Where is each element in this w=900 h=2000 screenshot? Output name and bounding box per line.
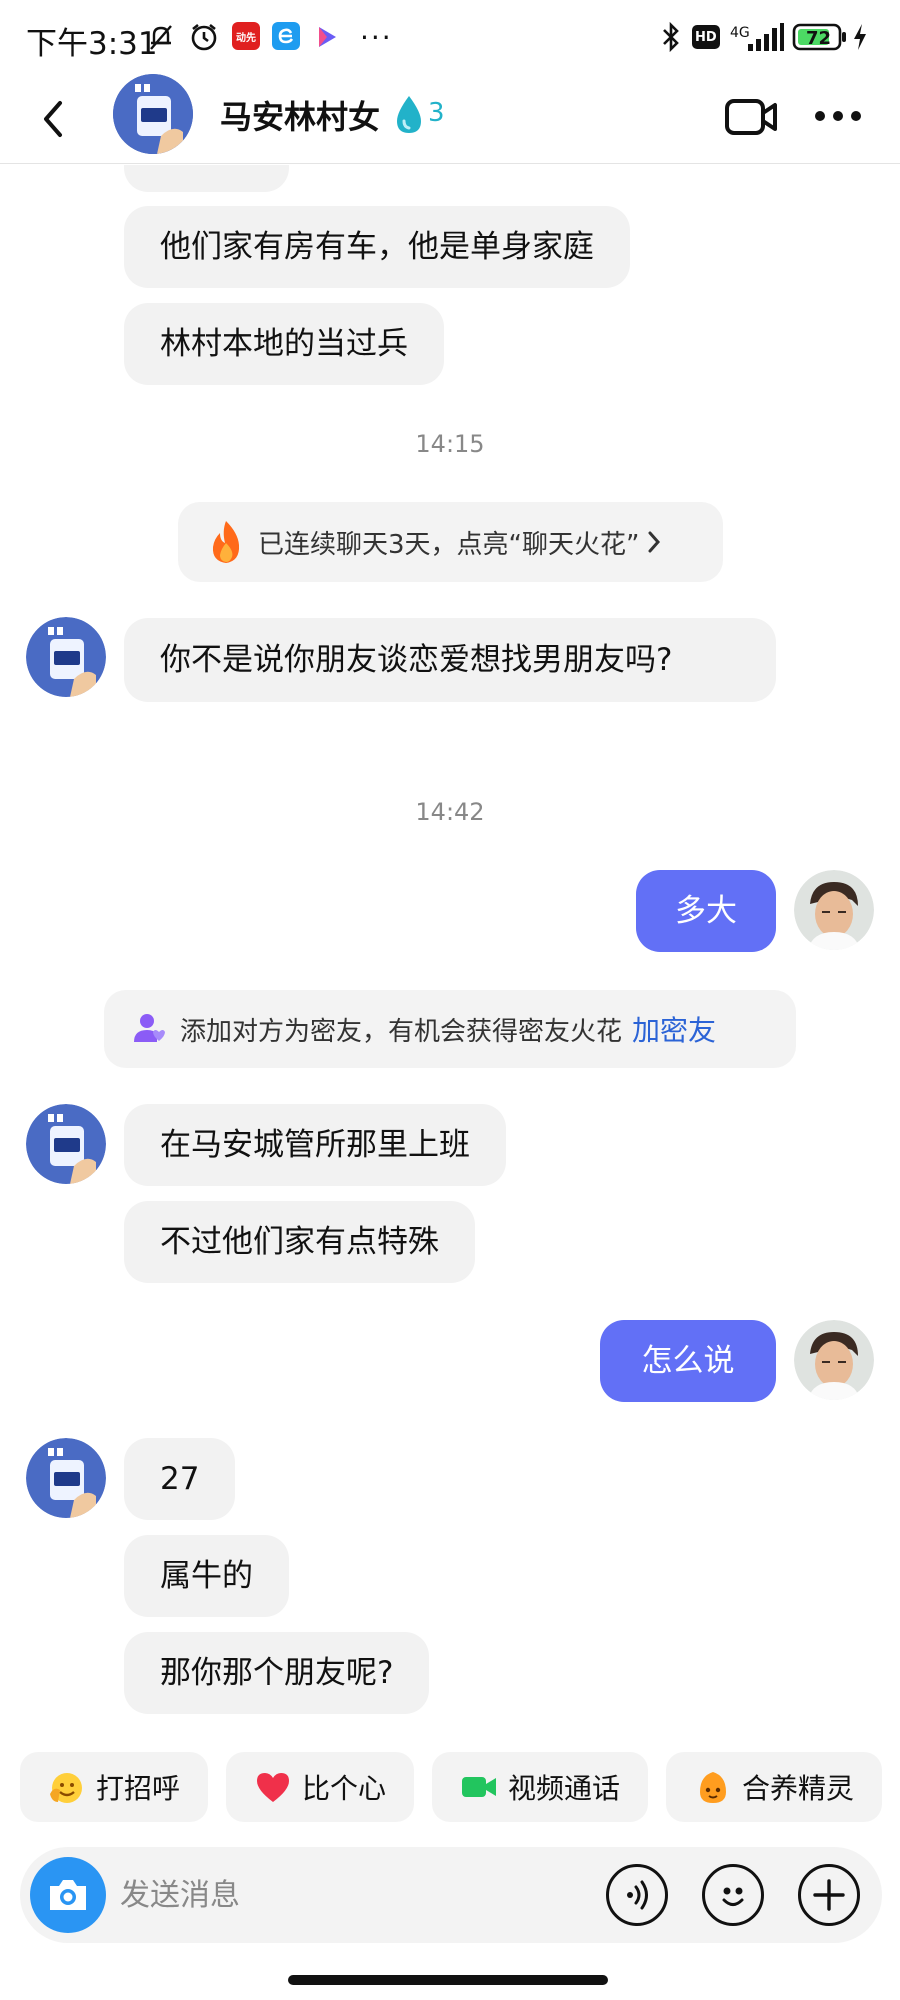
- message-bubble[interactable]: 我是个: [124, 165, 289, 192]
- back-button[interactable]: [34, 94, 74, 144]
- streak-notice[interactable]: 已连续聊天3天，点亮“聊天火花”: [178, 502, 723, 582]
- close-friend-notice[interactable]: 添加对方为密友，有机会获得密友火花 加密友: [104, 990, 796, 1068]
- heart-icon: [254, 1768, 292, 1806]
- more-options-button[interactable]: [812, 96, 864, 136]
- close-friend-icon: [132, 1012, 166, 1046]
- quick-action-video-call[interactable]: 视频通话: [432, 1752, 648, 1822]
- spark-drop-icon: [394, 94, 424, 136]
- add-attachment-button[interactable]: [798, 1864, 860, 1926]
- wave-emoji-icon: [48, 1768, 86, 1806]
- quick-action-label: 打招呼: [95, 1772, 180, 1805]
- contact-avatar[interactable]: [26, 617, 106, 697]
- bluetooth-icon: [660, 21, 682, 53]
- message-bubble[interactable]: 27: [124, 1438, 236, 1520]
- my-message-bubble[interactable]: 多大: [636, 870, 776, 952]
- video-app-icon: [312, 22, 340, 52]
- message-composer: [20, 1847, 882, 1943]
- quick-action-heart[interactable]: 比个心: [226, 1752, 414, 1822]
- sprite-icon: [694, 1768, 732, 1806]
- my-message-bubble[interactable]: 怎么说: [600, 1320, 776, 1402]
- my-avatar[interactable]: [794, 870, 874, 950]
- quick-action-greet[interactable]: 打招呼: [20, 1752, 208, 1822]
- more-notifications-icon: ···: [360, 20, 393, 54]
- browser-app-icon: [272, 22, 300, 50]
- message-bubble[interactable]: 属牛的: [124, 1535, 289, 1617]
- message-bubble[interactable]: 那你那个朋友呢?: [124, 1632, 430, 1714]
- quick-action-label: 视频通话: [507, 1772, 620, 1805]
- contact-name: 马安林村女: [220, 98, 381, 136]
- contact-avatar[interactable]: [113, 74, 193, 154]
- video-call-button[interactable]: [724, 96, 778, 138]
- hd-badge: HD: [692, 25, 720, 49]
- timestamp: 14:15: [415, 430, 485, 458]
- chevron-right-icon: [647, 530, 661, 554]
- message-bubble[interactable]: 他们家有房有车，他是单身家庭: [124, 206, 630, 288]
- contact-avatar[interactable]: [26, 1438, 106, 1518]
- quick-action-sprite[interactable]: 合养精灵: [666, 1752, 882, 1822]
- close-friend-notice-text: 添加对方为密友，有机会获得密友火花: [180, 1016, 623, 1047]
- camera-button[interactable]: [30, 1857, 106, 1933]
- signal-icon: [746, 22, 784, 52]
- fire-icon: [208, 519, 244, 565]
- news-app-icon: 动先: [232, 22, 260, 50]
- timestamp: 14:42: [415, 798, 485, 826]
- quick-action-label: 比个心: [301, 1772, 386, 1805]
- mute-bell-icon: [146, 22, 176, 52]
- charging-icon: [852, 22, 868, 52]
- streak-notice-text: 已连续聊天3天，点亮“聊天火花”: [258, 529, 640, 560]
- message-bubble[interactable]: 林村本地的当过兵: [124, 303, 444, 385]
- message-bubble[interactable]: 你不是说你朋友谈恋爱想找男朋友吗?: [124, 618, 776, 702]
- battery-level: 72: [806, 27, 832, 49]
- message-bubble[interactable]: 不过他们家有点特殊: [124, 1201, 475, 1283]
- quick-action-label: 合养精灵: [741, 1772, 854, 1805]
- voice-button[interactable]: [606, 1864, 668, 1926]
- video-call-icon: [460, 1768, 498, 1806]
- contact-avatar[interactable]: [26, 1104, 106, 1184]
- alarm-icon: [188, 22, 220, 52]
- my-avatar[interactable]: [794, 1320, 874, 1400]
- message-bubble[interactable]: 在马安城管所那里上班: [124, 1104, 506, 1186]
- spark-count: 3: [428, 98, 445, 128]
- message-input[interactable]: [120, 1867, 540, 1923]
- emoji-button[interactable]: [702, 1864, 764, 1926]
- status-time: 下午3:31: [26, 26, 158, 62]
- home-indicator[interactable]: [288, 1975, 608, 1985]
- add-close-friend-link[interactable]: 加密友: [632, 1009, 716, 1049]
- status-bar: 下午3:31 动先 ··· HD 4G 72: [0, 0, 900, 74]
- chat-header: 马安林村女 3: [0, 74, 900, 164]
